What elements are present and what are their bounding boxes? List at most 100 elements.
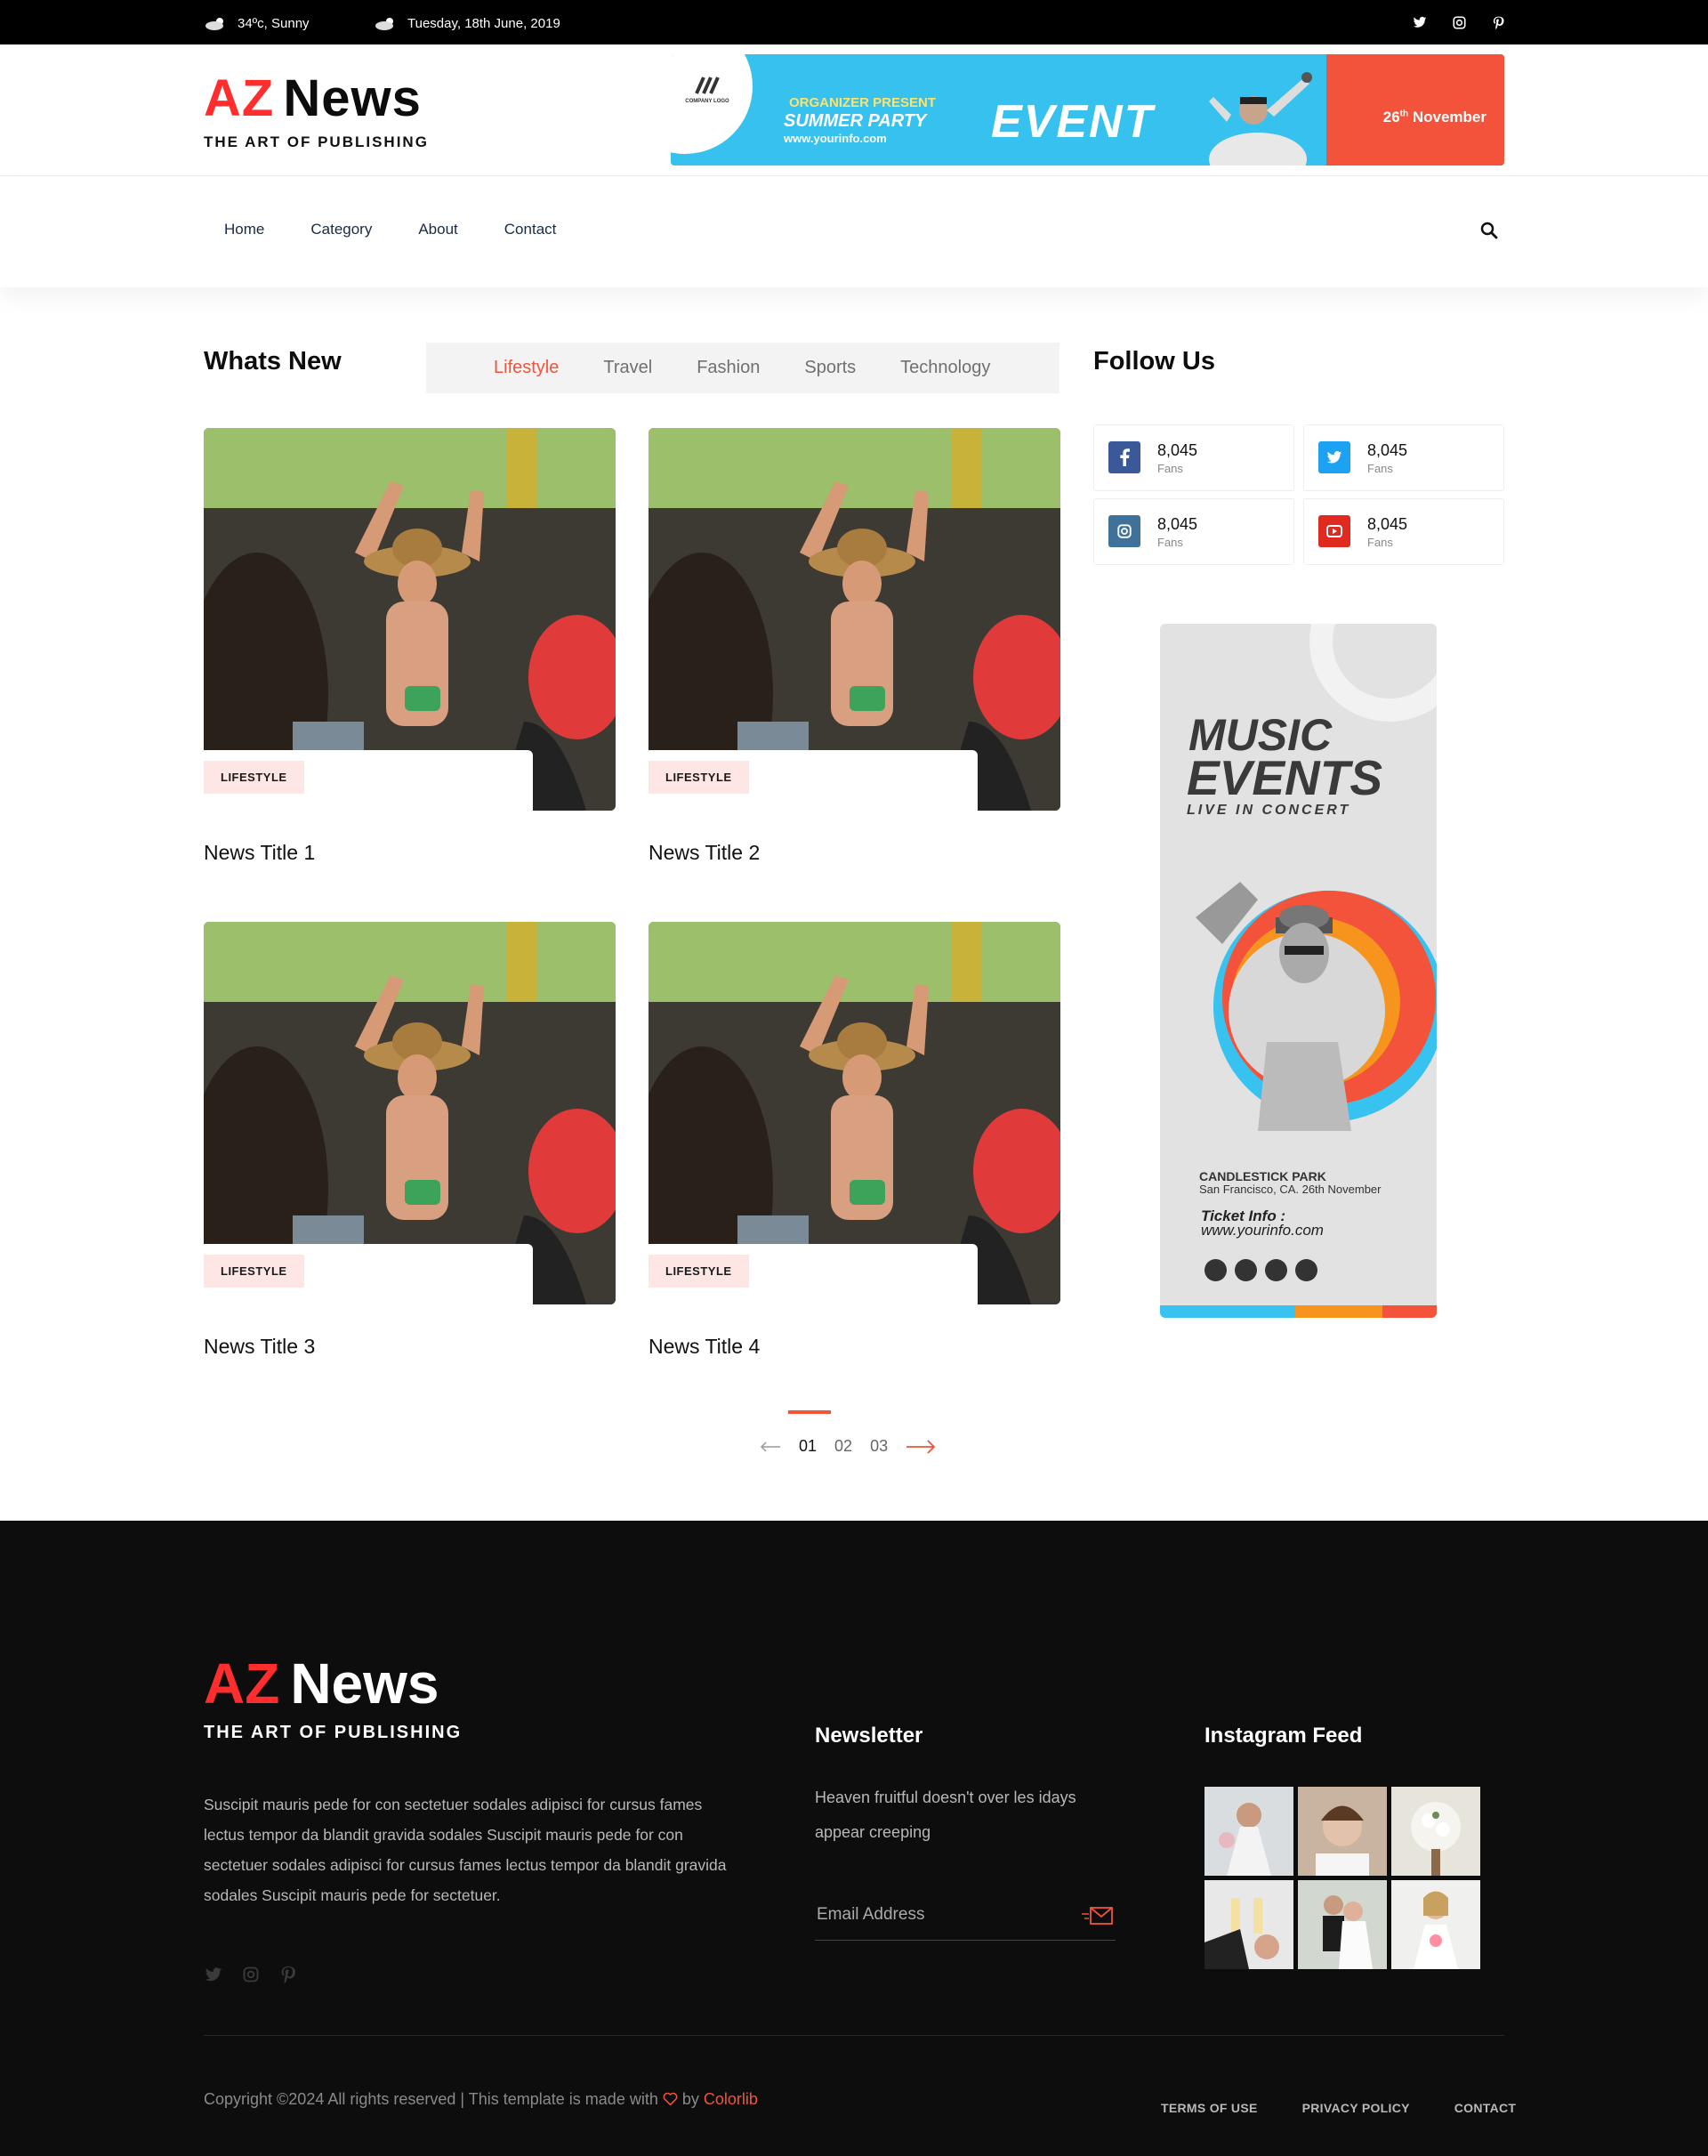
nav-about[interactable]: About [418, 221, 457, 238]
next-arrow-icon[interactable] [906, 1439, 936, 1454]
colorlib-link[interactable]: Colorlib [704, 2090, 758, 2108]
tab-lifestyle[interactable]: Lifestyle [494, 358, 559, 378]
footer-logo-news: News [290, 1651, 439, 1716]
footer-logo-az: AZ [204, 1651, 280, 1716]
follower-count: 8,045 [1157, 515, 1198, 533]
music-events-ad[interactable]: MUSIC EVENTS LIVE IN CONCERT CANDLESTICK… [1160, 624, 1437, 1318]
top-bar: 34ºc, Sunny Tuesday, 18th June, 2019 [0, 0, 1708, 44]
ad-address: San Francisco, CA. 26th November [1199, 1183, 1382, 1196]
news-card[interactable]: LIFESTYLE News Title 2 [649, 428, 1060, 873]
instagram-photo[interactable] [1298, 1880, 1387, 1969]
tab-sports[interactable]: Sports [804, 358, 856, 378]
tab-technology[interactable]: Technology [900, 358, 990, 378]
top-social-links [1412, 14, 1506, 30]
banner-logo-circle [671, 54, 753, 154]
twitter-icon[interactable] [1412, 14, 1428, 30]
page-link-3[interactable]: 03 [870, 1437, 888, 1456]
twitter-icon [1318, 441, 1350, 473]
news-title[interactable]: News Title 4 [649, 1335, 760, 1359]
site-logo[interactable]: AZ News THE ART OF PUBLISHING [204, 73, 429, 151]
follower-count: 8,045 [1367, 441, 1408, 459]
nav-home[interactable]: Home [224, 221, 264, 238]
footer-logo-tagline: THE ART OF PUBLISHING [204, 1723, 463, 1742]
twitter-icon [1265, 1259, 1287, 1281]
facebook-follow-box[interactable]: 8,045 Fans [1093, 424, 1294, 491]
category-badge[interactable]: LIFESTYLE [204, 761, 304, 794]
news-card[interactable]: LIFESTYLE News Title 3 [204, 922, 616, 1367]
date-text: Tuesday, 18th June, 2019 [407, 15, 560, 31]
instagram-icon[interactable] [1451, 14, 1467, 30]
tab-fashion[interactable]: Fashion [697, 358, 760, 378]
company-logo-icon [695, 77, 720, 94]
banner-date-month: November [1408, 109, 1486, 125]
footer-logo-wordmark: AZ News [204, 1655, 462, 1712]
banner-date: 26th November [1383, 109, 1486, 126]
news-card[interactable]: LIFESTYLE News Title 4 [649, 922, 1060, 1367]
main-nav: Home Category About Contact [0, 177, 1708, 287]
twitter-follow-box[interactable]: 8,045 Fans [1303, 424, 1504, 491]
footer-description: Suscipit mauris pede for con sectetuer s… [204, 1796, 727, 1904]
follower-label: Fans [1157, 536, 1183, 549]
instagram-photo[interactable] [1298, 1787, 1387, 1876]
facebook-icon [1235, 1259, 1257, 1281]
contact-link[interactable]: CONTACT [1454, 2101, 1517, 2115]
footer-divider [204, 2035, 1504, 2036]
follower-label: Fans [1367, 536, 1393, 549]
newsletter-form [815, 1896, 1116, 1941]
send-mail-icon[interactable] [1082, 1905, 1114, 1926]
category-badge[interactable]: LIFESTYLE [649, 761, 749, 794]
concert-performer-image [1196, 882, 1437, 1131]
prev-arrow-icon[interactable] [760, 1441, 781, 1452]
instagram-follow-box[interactable]: 8,045 Fans [1093, 498, 1294, 565]
banner-date-day: 26 [1382, 109, 1400, 125]
ad-decor-ring [1309, 624, 1437, 722]
page-link-1[interactable]: 01 [799, 1437, 817, 1456]
instagram-icon [1204, 1259, 1227, 1281]
follower-label: Fans [1157, 462, 1183, 475]
banner-url: www.yourinfo.com [784, 132, 887, 145]
page-link-2[interactable]: 02 [834, 1437, 852, 1456]
banner-summer-party: SUMMER PARTY [784, 111, 927, 131]
terms-of-use-link[interactable]: TERMS OF USE [1161, 2101, 1258, 2115]
search-icon[interactable] [1480, 222, 1498, 239]
instagram-photo[interactable] [1204, 1787, 1293, 1876]
weather-info: 34ºc, Sunny [204, 15, 310, 31]
follow-us-heading: Follow Us [1093, 347, 1215, 375]
instagram-photo[interactable] [1391, 1787, 1480, 1876]
banner-date-suffix: th [1399, 109, 1409, 119]
privacy-policy-link[interactable]: PRIVACY POLICY [1302, 2101, 1410, 2115]
date-info: Tuesday, 18th June, 2019 [374, 15, 560, 31]
instagram-photo[interactable] [1391, 1880, 1480, 1969]
instagram-feed-grid [1204, 1787, 1480, 1969]
twitter-icon[interactable] [204, 1965, 223, 1984]
category-badge[interactable]: LIFESTYLE [204, 1255, 304, 1288]
ad-ticket-url: www.yourinfo.com [1201, 1222, 1324, 1239]
footer-logo[interactable]: AZ News THE ART OF PUBLISHING [204, 1655, 462, 1743]
facebook-icon [1108, 441, 1140, 473]
instagram-icon[interactable] [241, 1965, 261, 1984]
pinterest-icon[interactable] [1490, 14, 1506, 30]
youtube-follow-box[interactable]: 8,045 Fans [1303, 498, 1504, 565]
header-ad-banner[interactable]: COMPANY LOGO ORGANIZER PRESENT SUMMER PA… [671, 54, 1504, 166]
youtube-icon [1318, 515, 1350, 547]
pinterest-icon[interactable] [278, 1965, 298, 1984]
logo-news: News [283, 69, 422, 127]
company-logo-text: COMPANY LOGO [685, 99, 729, 104]
banner-event: EVENT [991, 96, 1155, 148]
nav-category[interactable]: Category [310, 221, 372, 238]
instagram-icon [1108, 515, 1140, 547]
instagram-photo[interactable] [1204, 1880, 1293, 1969]
news-title[interactable]: News Title 1 [204, 841, 315, 865]
category-badge[interactable]: LIFESTYLE [649, 1255, 749, 1288]
follower-count: 8,045 [1157, 441, 1198, 459]
ad-color-stripe [1160, 1305, 1437, 1318]
news-title[interactable]: News Title 3 [204, 1335, 315, 1359]
news-card[interactable]: LIFESTYLE News Title 1 [204, 428, 616, 873]
heart-icon [663, 2090, 678, 2108]
tab-travel[interactable]: Travel [603, 358, 652, 378]
nav-contact[interactable]: Contact [504, 221, 557, 238]
email-field[interactable] [817, 1905, 1066, 1925]
whats-new-heading: Whats New [204, 347, 342, 375]
news-title[interactable]: News Title 2 [649, 841, 760, 865]
banner-organizer: ORGANIZER PRESENT [789, 95, 937, 110]
